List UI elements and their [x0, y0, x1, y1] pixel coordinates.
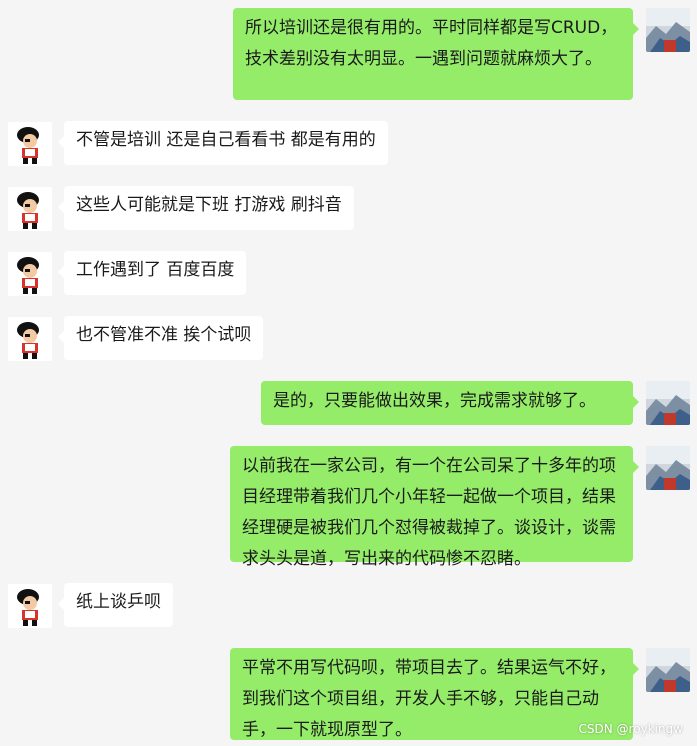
message-bubble-incoming[interactable]: 工作遇到了 百度百度 — [57, 251, 247, 295]
chat-message-list[interactable]: 所以培训还是很有用的。平时同样都是写CRUD，技术差别没有太明显。一遇到问题就麻… — [0, 0, 697, 744]
message-bubble-incoming[interactable]: 不管是培训 还是自己看看书 都是有用的 — [58, 121, 388, 165]
message-bubble-outgoing[interactable]: 以前我在一家公司，有一个在公司呆了十多年的项目经理带着我们几个小年轻一起做一个项… — [230, 446, 639, 569]
outgoing-avatar-icon[interactable] — [646, 381, 690, 425]
incoming-avatar-icon[interactable] — [8, 122, 52, 166]
message-bubble-incoming[interactable]: 也不管准不准 挨个试呗 — [57, 316, 264, 360]
outgoing-avatar-icon[interactable] — [646, 648, 690, 692]
incoming-avatar-icon[interactable] — [8, 584, 52, 628]
message-bubble-incoming[interactable]: 纸上谈乒呗 — [58, 583, 173, 627]
message-bubble-outgoing[interactable]: 平常不用写代码呗，带项目去了。结果运气不好，到我们这个项目组，开发人手不够，只能… — [230, 648, 639, 740]
outgoing-avatar-icon[interactable] — [646, 8, 690, 52]
outgoing-avatar-icon[interactable] — [646, 446, 690, 490]
message-bubble-incoming[interactable]: 这些人可能就是下班 打游戏 刷抖音 — [58, 186, 354, 230]
message-bubble-outgoing[interactable]: 所以培训还是很有用的。平时同样都是写CRUD，技术差别没有太明显。一遇到问题就麻… — [233, 8, 639, 100]
watermark-text: CSDN @roykingw — [578, 722, 683, 736]
incoming-avatar-icon[interactable] — [8, 317, 52, 361]
incoming-avatar-icon[interactable] — [8, 252, 52, 296]
incoming-avatar-icon[interactable] — [8, 187, 52, 231]
message-bubble-outgoing[interactable]: 是的，只要能做出效果，完成需求就够了。 — [261, 381, 639, 425]
